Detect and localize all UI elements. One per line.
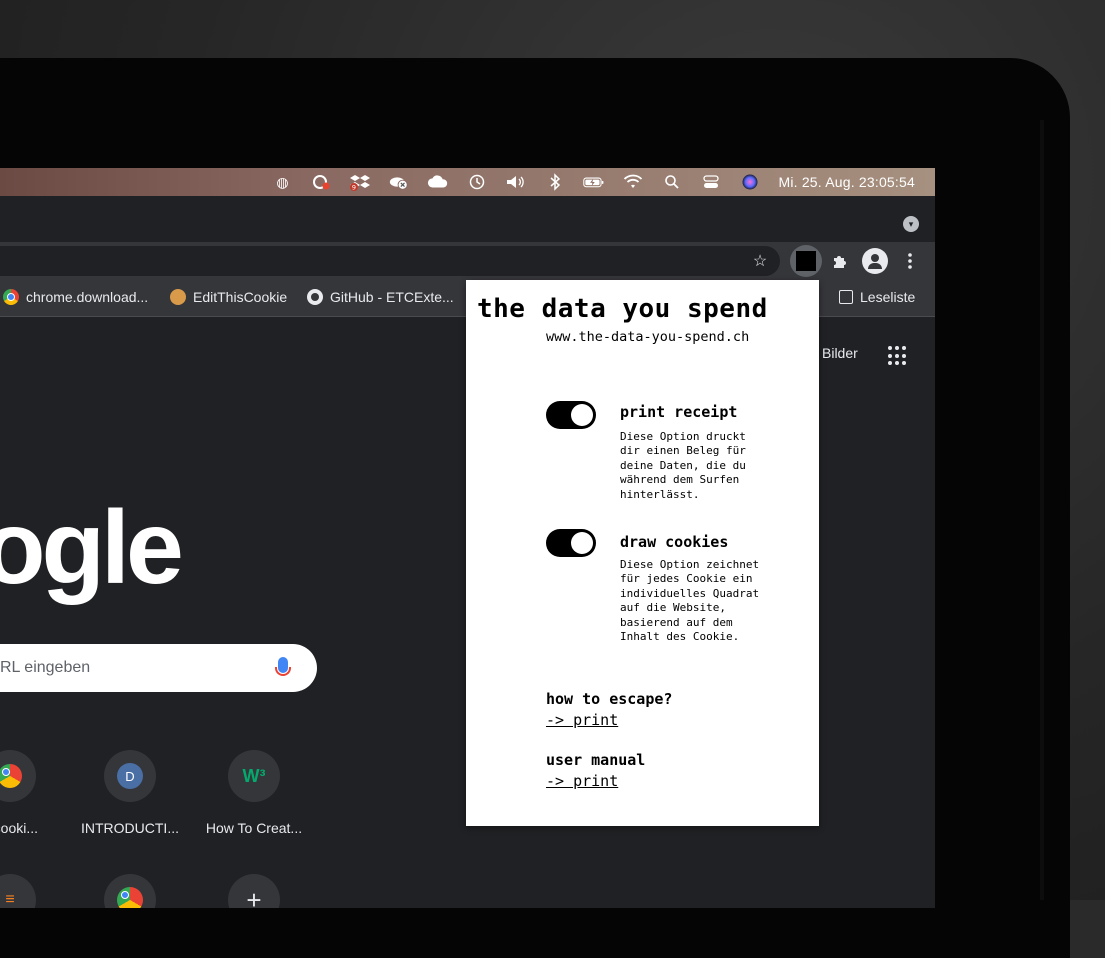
print-receipt-description: Diese Option druckt dir einen Beleg für …	[620, 430, 746, 501]
bookmark-editthiscookie[interactable]: EditThisCookie	[170, 289, 287, 305]
search-input[interactable]: RL eingeben	[0, 659, 90, 677]
popup-url[interactable]: www.the-data-you-spend.ch	[546, 329, 749, 345]
draw-cookies-title: draw cookies	[620, 533, 729, 551]
chrome-toolbar: ☆	[0, 242, 935, 280]
extensions-puzzle-icon[interactable]	[825, 246, 855, 276]
battery-icon[interactable]	[583, 173, 605, 191]
cookie-icon	[170, 289, 186, 305]
the-data-you-spend-extension-button[interactable]	[790, 245, 822, 277]
bookmark-label: chrome.download...	[26, 289, 149, 305]
creative-cloud-icon[interactable]	[310, 173, 332, 191]
bluetooth-icon[interactable]	[544, 173, 566, 191]
bilder-link[interactable]: Bilder	[822, 345, 858, 361]
popup-title: the data you spend	[477, 294, 768, 324]
github-icon	[307, 289, 323, 305]
extension-popup: the data you spend www.the-data-you-spen…	[466, 280, 819, 826]
draw-cookies-description: Diese Option zeichnet für jedes Cookie e…	[620, 558, 760, 644]
shortcut-tile[interactable]: W³ How To Creat...	[194, 750, 314, 836]
user-manual-print-link[interactable]: -> print	[546, 772, 618, 790]
wifi-icon[interactable]	[622, 173, 644, 191]
chrome-tabbar: ▾	[0, 196, 935, 242]
google-apps-icon[interactable]	[888, 346, 908, 366]
menubar-clock[interactable]: Mi. 25. Aug. 23:05:54	[778, 174, 915, 190]
chrome-menu-icon[interactable]	[895, 246, 925, 276]
user-lock-icon[interactable]: ◍	[271, 173, 293, 191]
chrome-icon	[0, 750, 36, 802]
shortcut-label: e.cooki...	[0, 820, 39, 836]
letter-d-icon: D	[104, 750, 156, 802]
add-shortcut-button[interactable]: +	[194, 874, 314, 908]
shortcut-label: How To Creat...	[205, 820, 303, 836]
macos-menubar: ◍ 9 Mi. 25. Aug. 23:05:54	[0, 168, 935, 196]
laptop-edge	[1040, 120, 1044, 900]
microphone-icon[interactable]	[275, 657, 291, 676]
bookmark-chrome-download[interactable]: chrome.download...	[3, 289, 148, 305]
dropbox-badge: 9	[352, 184, 356, 192]
tab-search-button[interactable]: ▾	[903, 216, 919, 232]
chrome-icon	[3, 289, 19, 305]
shortcut-tile[interactable]: e.cooki...	[0, 750, 70, 836]
google-search-box[interactable]: RL eingeben	[0, 644, 317, 692]
reading-list-label: Leseliste	[860, 289, 916, 305]
chrome-icon	[104, 874, 156, 908]
cloud-error-icon[interactable]	[388, 173, 410, 191]
control-center-icon[interactable]	[700, 173, 722, 191]
time-machine-icon[interactable]	[466, 173, 488, 191]
reading-list-icon	[839, 290, 853, 304]
plus-icon: +	[228, 874, 280, 908]
print-receipt-title: print receipt	[620, 403, 738, 421]
google-logo: ogle	[0, 490, 184, 606]
stackoverflow-icon: ≡	[0, 874, 36, 908]
shortcut-tile[interactable]	[70, 874, 190, 908]
how-to-escape-heading: how to escape?	[546, 690, 673, 708]
spotlight-icon[interactable]	[661, 173, 683, 191]
shortcut-tile[interactable]: ≡	[0, 874, 70, 908]
shortcut-label: INTRODUCTI...	[81, 820, 179, 836]
extension-square-icon	[796, 251, 816, 271]
icloud-icon[interactable]	[427, 173, 449, 191]
reading-list-button[interactable]: Leseliste	[839, 289, 915, 305]
bookmark-star-icon[interactable]: ☆	[745, 246, 775, 276]
bookmark-github[interactable]: GitHub - ETCExte...	[307, 289, 454, 305]
how-to-escape-print-link[interactable]: -> print	[546, 711, 618, 729]
address-bar[interactable]	[0, 246, 780, 276]
volume-icon[interactable]	[505, 173, 527, 191]
user-manual-heading: user manual	[546, 751, 646, 769]
bookmark-label: GitHub - ETCExte...	[330, 289, 454, 305]
shortcut-tile[interactable]: D INTRODUCTI...	[70, 750, 190, 836]
print-receipt-toggle[interactable]	[546, 401, 596, 429]
dropbox-icon[interactable]: 9	[349, 173, 371, 191]
bookmark-label: EditThisCookie	[193, 289, 288, 305]
draw-cookies-toggle[interactable]	[546, 529, 596, 557]
profile-avatar-icon[interactable]	[862, 248, 888, 274]
w3schools-icon: W³	[228, 750, 280, 802]
siri-icon[interactable]	[739, 173, 761, 191]
